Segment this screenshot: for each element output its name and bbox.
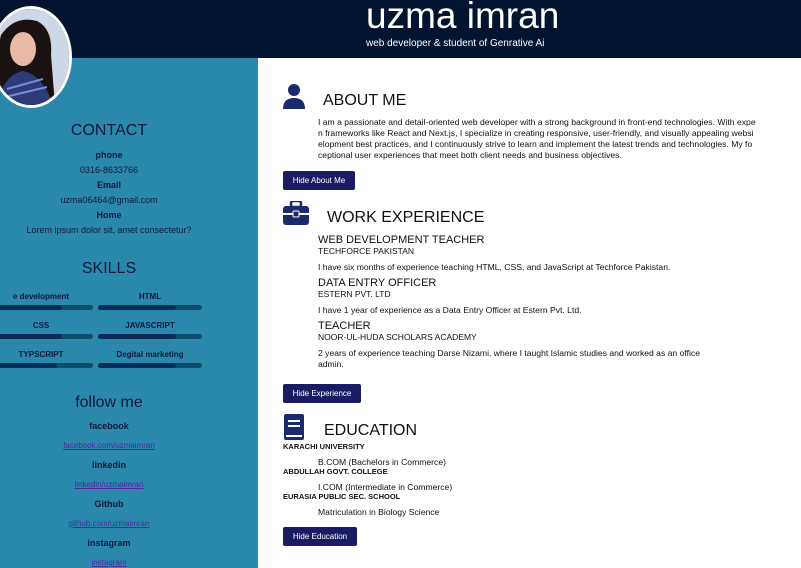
briefcase-icon: [283, 199, 309, 230]
hide-about-button[interactable]: Hide About Me: [283, 171, 355, 190]
education-degree: Matriculation in Biology Science: [318, 507, 440, 517]
facebook-label: facebook: [89, 421, 129, 431]
email-value: uzma06464@gmail.com: [60, 195, 158, 205]
profile-tagline: web developer & student of Genrative Ai: [366, 38, 545, 49]
header-bar: uzma imran web developer & student of Ge…: [0, 0, 801, 58]
education-school: ABDULLAH GOVT. COLLEGE: [283, 467, 388, 476]
skill-label: e development: [12, 292, 69, 301]
phone-value: 0316-8633766: [79, 165, 139, 175]
skill-label: Degital marketing: [116, 350, 184, 359]
skill-bar: [98, 305, 202, 310]
email-label: Email: [96, 180, 121, 190]
skill-item: HTML: [98, 292, 202, 310]
hide-education-button[interactable]: Hide Education: [283, 527, 357, 546]
about-paragraph: I am a passionate and detail-oriented we…: [318, 117, 801, 161]
follow-heading: follow me: [75, 394, 143, 411]
education-school: KARACHI UNIVERSITY: [283, 442, 365, 451]
job-org: ESTERN PVT. LTD: [318, 289, 391, 299]
home-label: Home: [96, 210, 122, 220]
about-line: elopment best practices, and I continuou…: [318, 139, 753, 149]
job-description: 2 years of experience teaching Darse Niz…: [318, 348, 700, 369]
skill-fill: [98, 305, 176, 310]
facebook-link[interactable]: facebook.com/uzmaimran: [0, 441, 238, 450]
linkedin-label: linkedin: [91, 460, 126, 470]
github-link[interactable]: github.com/uzmaimran: [0, 519, 238, 528]
about-heading: ABOUT ME: [323, 92, 407, 109]
user-icon: [283, 83, 305, 114]
instagram-link[interactable]: instagram: [0, 558, 238, 567]
book-icon: [284, 414, 304, 445]
skill-bar: [0, 363, 93, 368]
job-title: WEB DEVELOPMENT TEACHER: [318, 234, 485, 246]
skill-fill: [98, 334, 176, 339]
contact-heading: CONTACT: [70, 122, 148, 139]
education-degree: I.COM (Intermediate in Commerce): [318, 482, 453, 492]
skill-label: TYPSCRIPT: [18, 350, 64, 359]
skill-fill: [0, 334, 62, 339]
skill-bar: [0, 305, 93, 310]
skill-label: CSS: [32, 321, 50, 330]
about-line: n frameworks like React and Next.js, I s…: [318, 128, 754, 138]
sidebar: CONTACT phone 0316-8633766 Email uzma064…: [0, 58, 258, 568]
skill-item: CSS: [0, 321, 93, 339]
skill-bar: [98, 334, 202, 339]
skill-item: JAVASCRIPT: [98, 321, 202, 339]
about-line: I am a passionate and detail-oriented we…: [318, 117, 756, 127]
skill-label: HTML: [138, 292, 162, 301]
job-org: NOOR-UL-HUDA SCHOLARS ACADEMY: [318, 332, 477, 342]
hide-experience-button[interactable]: Hide Experience: [283, 384, 361, 403]
skills-heading: SKILLS: [81, 260, 137, 277]
skill-item: e development: [0, 292, 93, 310]
home-value: Lorem ipsum dolor sit, amet consectetur?: [26, 225, 192, 235]
job-org: TECHFORCE PAKISTAN: [318, 246, 415, 256]
job-description: I have six months of experience teaching…: [318, 262, 671, 272]
skill-fill: [0, 305, 62, 310]
experience-heading: WORK EXPERIENCE: [327, 209, 485, 226]
skill-bar: [0, 334, 93, 339]
profile-name: uzma imran: [366, 0, 560, 36]
skill-item: TYPSCRIPT: [0, 350, 93, 368]
skill-fill: [0, 363, 57, 368]
linkedin-link[interactable]: linkedin/uzmaimran: [0, 480, 238, 489]
instagram-label: instagram: [87, 538, 131, 548]
education-heading: EDUCATION: [324, 422, 418, 439]
job-title: DATA ENTRY OFFICER: [318, 277, 437, 289]
phone-label: phone: [95, 150, 123, 160]
skill-fill: [98, 363, 176, 368]
skill-item: Degital marketing: [98, 350, 202, 368]
github-label: Github: [94, 499, 124, 509]
job-title: TEACHER: [318, 320, 371, 332]
about-line: ceptional user experiences that meet bot…: [318, 150, 622, 160]
education-school: EURASIA PUBLIC SEC. SCHOOL: [283, 492, 401, 501]
education-degree: B.COM (Bachelors in Commerce): [318, 457, 446, 467]
skill-bar: [98, 363, 202, 368]
skill-label: JAVASCRIPT: [125, 321, 175, 330]
job-description: I have 1 year of experience as a Data En…: [318, 305, 582, 315]
